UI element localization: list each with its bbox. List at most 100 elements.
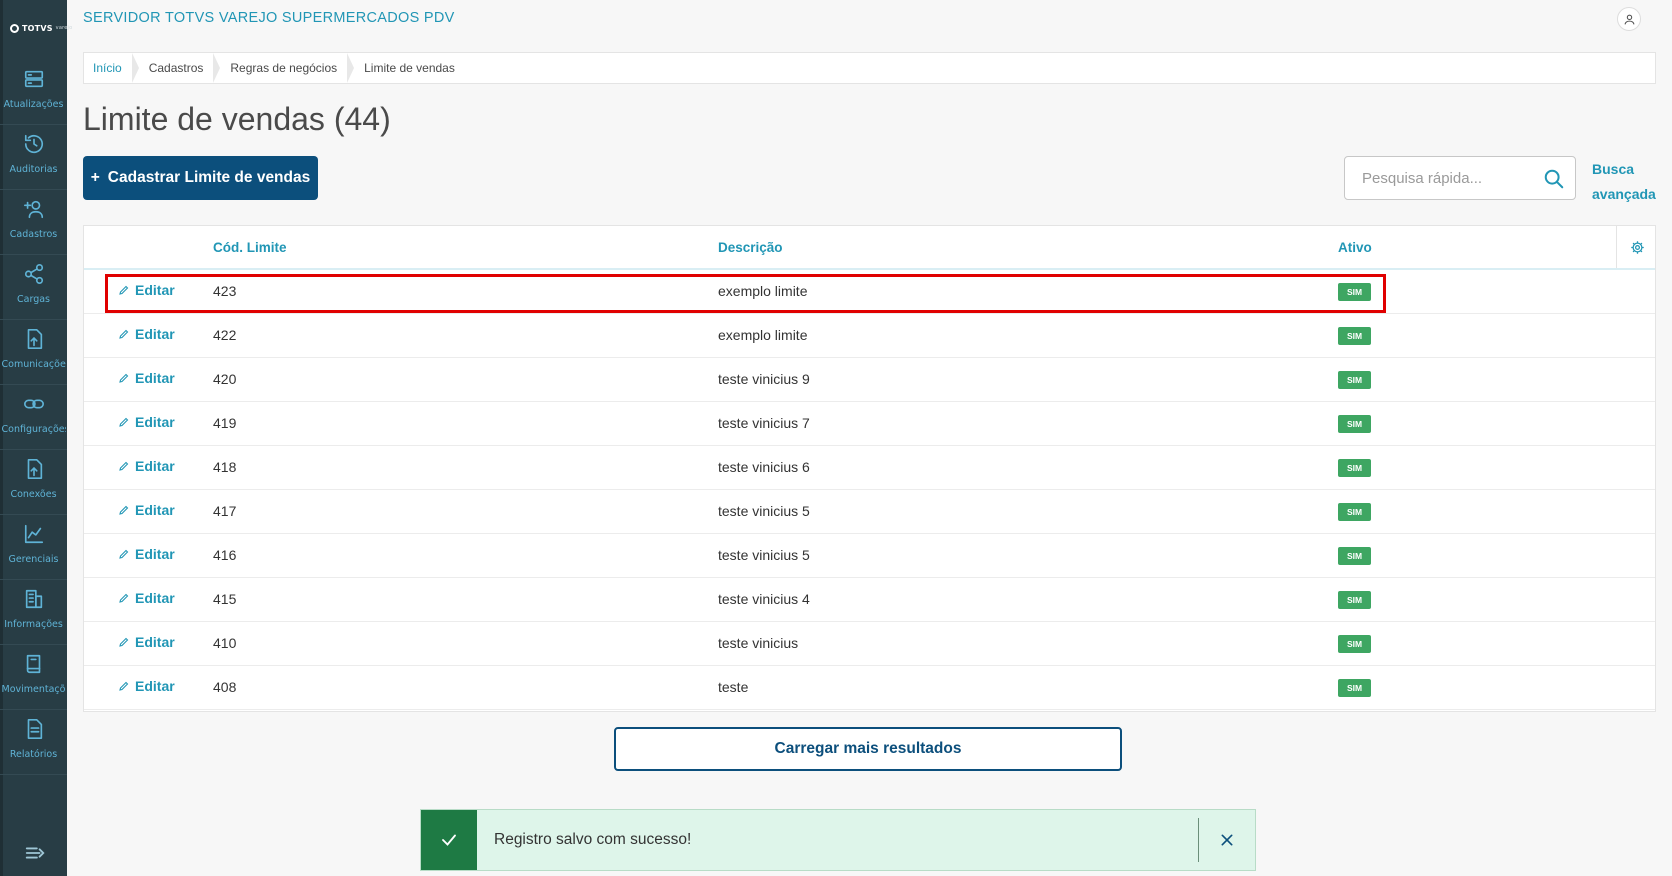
column-settings-button[interactable]	[1616, 226, 1657, 268]
close-icon	[1221, 834, 1233, 846]
cell-code: 418	[213, 459, 237, 475]
pencil-icon	[119, 285, 129, 295]
search-icon[interactable]	[1543, 168, 1565, 190]
sidebar-item-label: Auditorias	[9, 164, 58, 175]
sidebar-item-atualizacoes[interactable]: Atualizações	[0, 60, 67, 125]
sidebar-item-label: Configurações	[1, 424, 66, 435]
cell-code: 423	[213, 283, 237, 299]
edit-label: Editar	[135, 370, 175, 386]
document-icon	[27, 719, 42, 739]
table-row: Editar 422 exemplo limite SIM	[84, 314, 1655, 358]
edit-button[interactable]: Editar	[118, 502, 175, 518]
pencil-icon	[119, 637, 129, 647]
cell-code: 416	[213, 547, 237, 563]
limits-table: Cód. Limite Descrição Ativo Editar 423 exe…	[83, 225, 1656, 712]
check-icon	[442, 834, 456, 846]
sidebar-item-cargas[interactable]: Cargas	[0, 255, 67, 320]
gear-icon	[1630, 240, 1644, 254]
sidebar-item-label: Cargas	[17, 294, 50, 305]
table-row: Editar 418 teste vinicius 6 SIM	[84, 446, 1655, 490]
edit-button[interactable]: Editar	[118, 590, 175, 606]
edit-button[interactable]: Editar	[118, 634, 175, 650]
add-limit-button[interactable]: + Cadastrar Limite de vendas	[83, 156, 318, 200]
cell-description: teste	[718, 679, 749, 695]
status-badge: SIM	[1338, 679, 1371, 697]
status-badge: SIM	[1338, 547, 1371, 565]
plus-icon: +	[90, 169, 100, 186]
user-icon	[1624, 14, 1634, 24]
breadcrumb-cadastros[interactable]: Cadastros	[140, 53, 221, 83]
pencil-icon	[119, 461, 129, 471]
user-menu-button[interactable]	[1617, 7, 1641, 31]
sidebar-item-movimentacoes[interactable]: Movimentações	[0, 645, 67, 710]
edit-button[interactable]: Editar	[118, 546, 175, 562]
cell-description: teste vinicius 7	[718, 415, 810, 431]
edit-button[interactable]: Editar	[118, 458, 175, 474]
cell-description: teste vinicius 5	[718, 503, 810, 519]
cell-code: 415	[213, 591, 237, 607]
expand-menu-icon[interactable]	[24, 842, 46, 864]
upload-file-icon	[27, 329, 42, 349]
edit-label: Editar	[135, 546, 175, 562]
sidebar-item-informacoes[interactable]: Informações	[0, 580, 67, 645]
load-more-button[interactable]: Carregar mais resultados	[614, 727, 1122, 771]
sidebar-item-label: Informações	[4, 619, 63, 630]
edit-label: Editar	[135, 414, 175, 430]
pencil-icon	[119, 373, 129, 383]
cell-description: exemplo limite	[718, 327, 808, 343]
breadcrumb-regras[interactable]: Regras de negócios	[221, 53, 354, 83]
status-badge: SIM	[1338, 635, 1371, 653]
sidebar-item-auditorias[interactable]: Auditorias	[0, 125, 67, 190]
sidebar-item-label: Cadastros	[9, 229, 58, 240]
share-icon	[24, 264, 43, 284]
sidebar-item-comunicacoes[interactable]: Comunicações	[0, 320, 67, 385]
sidebar-item-relatorios[interactable]: Relatórios	[0, 710, 67, 775]
pencil-icon	[119, 681, 129, 691]
sidebar-item-gerenciais[interactable]: Gerenciais	[0, 515, 67, 580]
edit-label: Editar	[135, 282, 175, 298]
status-badge: SIM	[1338, 415, 1371, 433]
cell-description: teste vinicius 9	[718, 371, 810, 387]
cell-code: 417	[213, 503, 237, 519]
cell-code: 422	[213, 327, 237, 343]
sidebar-item-conexoes[interactable]: Conexões	[0, 450, 67, 515]
pencil-icon	[119, 417, 129, 427]
breadcrumb-home[interactable]: Início	[84, 53, 139, 83]
edit-button[interactable]: Editar	[118, 414, 175, 430]
advanced-search-link[interactable]: Busca avançada	[1592, 157, 1662, 207]
edit-button[interactable]: Editar	[118, 326, 175, 342]
sidebar: TOTVS varejo Atualizações Auditorias Cadas…	[0, 0, 72, 876]
table-row: Editar 417 teste vinicius 5 SIM	[84, 490, 1655, 534]
table-row: Editar 410 teste vinicius SIM	[84, 622, 1655, 666]
logo-text: TOTVS	[22, 23, 53, 33]
status-badge: SIM	[1338, 283, 1371, 301]
pencil-icon	[119, 593, 129, 603]
add-limit-label: Cadastrar Limite de vendas	[107, 169, 311, 186]
edit-button[interactable]: Editar	[118, 370, 175, 386]
link-icon	[23, 399, 44, 409]
edit-button[interactable]: Editar	[118, 678, 175, 694]
sidebar-item-label: Gerenciais	[8, 554, 59, 565]
pencil-icon	[119, 549, 129, 559]
search-input[interactable]	[1360, 168, 1534, 188]
cell-code: 419	[213, 415, 237, 431]
column-header-description[interactable]: Descrição	[718, 240, 783, 255]
column-header-active[interactable]: Ativo	[1338, 240, 1372, 255]
column-header-code[interactable]: Cód. Limite	[213, 240, 287, 255]
sidebar-item-label: Comunicações	[1, 359, 66, 370]
cell-code: 420	[213, 371, 237, 387]
cell-description: teste vinicius 6	[718, 459, 810, 475]
table-row: Editar 423 exemplo limite SIM	[84, 270, 1655, 314]
table-row: Editar 408 teste SIM	[84, 666, 1655, 710]
toast-close-button[interactable]	[1199, 810, 1255, 870]
breadcrumb-current: Limite de vendas	[364, 61, 455, 75]
table-row: Editar 415 teste vinicius 4 SIM	[84, 578, 1655, 622]
user-add-icon	[23, 200, 43, 219]
status-badge: SIM	[1338, 371, 1371, 389]
edit-button[interactable]: Editar	[118, 282, 175, 298]
sidebar-item-cadastros[interactable]: Cadastros	[0, 190, 67, 255]
success-toast: Registro salvo com sucesso!	[420, 809, 1256, 871]
chart-icon	[24, 524, 43, 544]
sidebar-item-configuracoes[interactable]: Configurações	[0, 385, 67, 450]
edit-label: Editar	[135, 326, 175, 342]
